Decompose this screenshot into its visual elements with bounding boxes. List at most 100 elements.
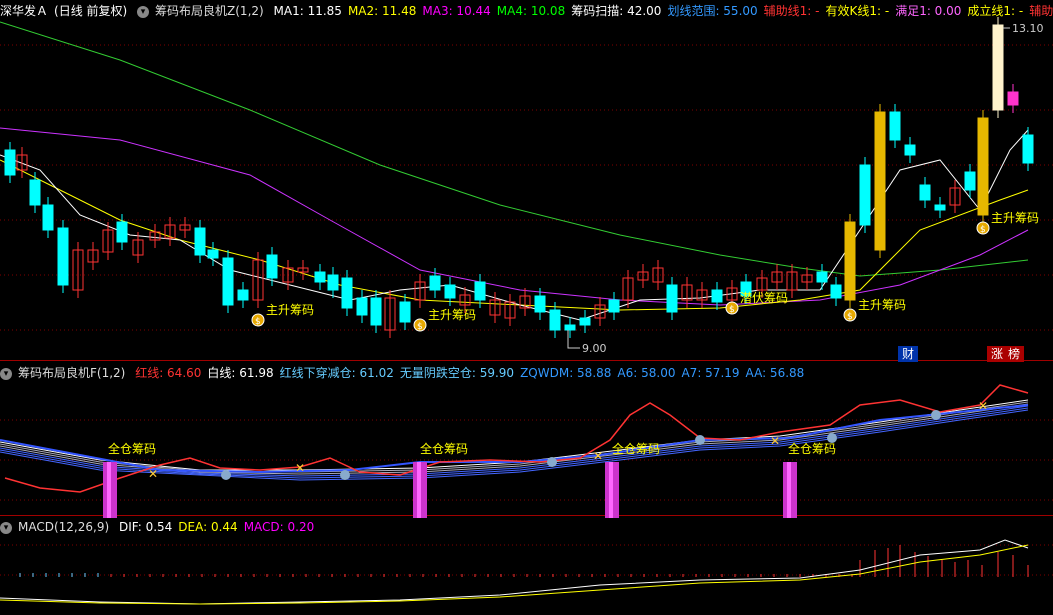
cup-marker-icon [827,433,837,443]
cross-marker-icon: ✕ [770,434,780,448]
main-legend-item-3: MA4: 10.08 [496,4,566,18]
full-position-label: 全仓筹码 [612,441,660,456]
main-legend-item-5: 划线范围: 55.00 [667,4,758,18]
candle-body [919,184,931,201]
coin-icon-glyph: $ [417,322,423,332]
candle-body [711,289,723,303]
candle-body [874,111,886,251]
candle-body [57,227,69,286]
full-position-bar-hl [609,462,613,518]
main-legend: MA1: 11.85 MA2: 11.48 MA3: 10.44 MA4: 10.08… [274,4,1053,18]
main-legend-item-0: MA1: 11.85 [273,4,342,18]
candle-body [429,275,441,291]
signal-label: 潜伏筹码 [740,291,788,305]
signal-label: 主升筹码 [428,308,476,322]
candle-body [4,149,16,176]
low-price-label: 9.00 [582,342,607,355]
full-position-label: 全仓筹码 [788,441,836,456]
chevron-down-icon[interactable]: ▾ [0,521,12,534]
candle-body [964,171,976,191]
candle-body [370,297,382,326]
sub1-legend-item-3: 无量阴跌空仓: 59.90 [399,366,515,380]
candle-body [977,117,989,216]
candle-body [816,271,828,283]
sub1-legend: 红线: 64.60 白线: 61.98 红线下穿减仓: 61.02 无量阴跌空仓: 5… [135,366,810,380]
sub1-legend-item-4: ZQWDM: 58.88 [520,366,612,380]
ribbon-line [0,399,1029,471]
main-legend-item-7: 有效K线1: - [825,4,890,18]
candle-body [116,221,128,243]
sub1-header: ▾ 筹码布局良机F(1,2) 红线: 64.60 白线: 61.98 红线下穿减仓: … [0,364,1053,382]
candle-body [830,284,842,299]
stock-name[interactable]: 深华发Ａ [0,4,48,18]
candle-body [266,254,278,279]
candle-body [934,204,946,211]
candle-body [904,144,916,156]
main-legend-item-9: 成立线1: - [967,4,1024,18]
cup-marker-icon [547,457,557,467]
candle-body [444,284,456,299]
candle-body [314,271,326,283]
candle-body [1007,91,1019,106]
coin-icon-glyph: $ [255,317,261,327]
candle-body [844,221,856,301]
sub2-header: ▾ MACD(12,26,9) DIF: 0.54 DEA: 0.44 MACD: 0… [0,518,1053,536]
chevron-down-icon[interactable]: ▾ [0,367,12,380]
candle-body [237,289,249,301]
cross-marker-icon: ✕ [295,461,305,475]
ma3-line [0,127,1029,306]
candle-body [207,249,219,259]
high-price-label: 13.10 [1012,22,1044,35]
main-legend-item-4: 筹码扫描: 42.00 [571,4,662,18]
candle-body [608,299,620,313]
candle-body [859,164,871,226]
rank-badge[interactable]: 榜 [1004,346,1025,362]
full-position-label: 全仓筹码 [420,441,468,456]
sub2-indicator-name[interactable]: MACD(12,26,9) [18,520,109,534]
sub2-legend-item-2: MACD: 0.20 [243,520,315,534]
candle-body [474,281,486,301]
finance-badge[interactable]: 财 [898,346,919,362]
main-legend-item-10: 辅助线2: - [1029,4,1053,18]
candle-body [1022,134,1034,164]
candle-body [194,227,206,256]
cup-marker-icon [695,435,705,445]
candle-body [549,309,561,331]
signal-label: 主升筹码 [991,211,1039,225]
candle-body [327,274,339,291]
sub1-legend-item-1: 白线: 61.98 [207,366,274,380]
coin-icon-glyph: $ [980,225,986,235]
cup-marker-icon [340,470,350,480]
candle-body [29,179,41,206]
ma2-line [0,159,1029,311]
signal-label: 主升筹码 [858,298,906,312]
candle-body [579,317,591,326]
ma1-line [0,129,1029,321]
main-chart-header: 深华发Ａ (日线 前复权) ▾ 筹码布局良机Z(1,2) MA1: 11.85 MA2… [0,2,1053,20]
sub1-indicator-name[interactable]: 筹码布局良机F(1,2) [18,366,125,380]
candle-body [564,324,576,331]
cross-marker-icon: ✕ [148,467,158,481]
dif-line [0,539,1029,605]
sub1-legend-item-5: A6: 58.00 [617,366,676,380]
main-indicator-name[interactable]: 筹码布局良机Z(1,2) [155,4,264,18]
cup-marker-icon [931,410,941,420]
candle-body [356,297,368,316]
candle-body [534,295,546,313]
full-position-bar-hl [787,462,791,518]
cup-marker-icon [221,470,231,480]
candle-body [666,284,678,313]
sub1-legend-item-0: 红线: 64.60 [135,366,202,380]
sub1-legend-item-2: 红线下穿减仓: 61.02 [279,366,394,380]
candle-body [341,277,353,309]
candle-body [399,301,411,323]
sub2-legend: DIF: 0.54 DEA: 0.44 MACD: 0.20 [119,520,320,534]
period-label[interactable]: (日线 前复权) [54,4,127,18]
full-position-bar-hl [107,462,111,518]
main-legend-item-2: MA3: 10.44 [422,4,491,18]
coin-icon-glyph: $ [729,305,735,315]
coin-icon-glyph: $ [847,312,853,322]
chevron-down-icon[interactable]: ▾ [137,5,150,18]
candle-body [889,111,901,141]
sub2-legend-item-1: DEA: 0.44 [178,520,238,534]
